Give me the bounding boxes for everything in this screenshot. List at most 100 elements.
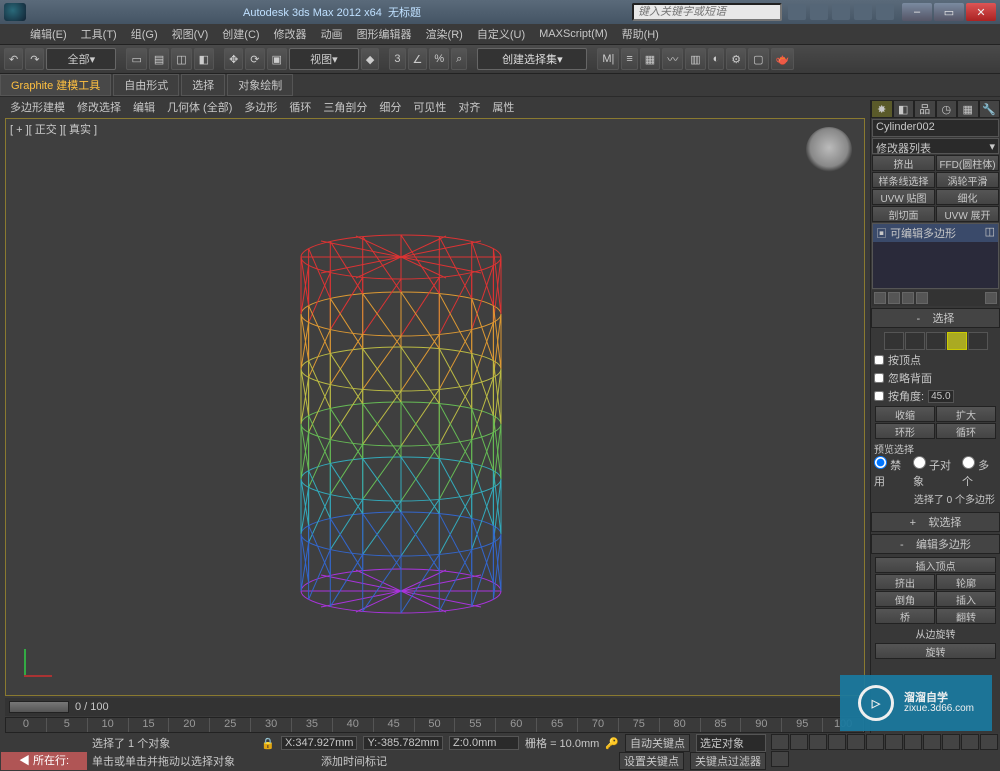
object-name-field[interactable]: Cylinder002 <box>872 119 999 137</box>
snap-toggle[interactable]: 3 <box>389 48 405 70</box>
align-button[interactable]: ≡ <box>621 48 637 70</box>
next-frame-icon[interactable] <box>828 734 846 750</box>
lock-icon[interactable]: 🔒 <box>261 737 275 750</box>
maximize-button[interactable]: ▭ <box>934 3 964 21</box>
material-editor-button[interactable]: ◐ <box>708 48 725 70</box>
schematic-button[interactable]: ▥ <box>685 48 705 70</box>
angle-snap[interactable]: ∠ <box>408 48 428 70</box>
modifier-stack[interactable]: ▣ 可编辑多边形◫ <box>872 223 999 289</box>
menu-customize[interactable]: 自定义(U) <box>477 26 525 42</box>
modifier-list-dropdown[interactable]: 修改器列表▾ <box>872 138 999 154</box>
trackbar[interactable]: 0 / 100 <box>5 698 865 716</box>
configure-icon[interactable] <box>985 292 997 304</box>
app-icon[interactable] <box>4 3 26 21</box>
undo-button[interactable]: ↶ <box>4 48 23 70</box>
rollout-selection[interactable]: - 选择 <box>871 308 1000 328</box>
scale-button[interactable]: ▣ <box>267 48 287 70</box>
border-icon[interactable] <box>926 332 946 350</box>
tab-create-icon[interactable]: ✸ <box>871 100 893 118</box>
ep-rotate[interactable]: 旋转 <box>875 643 996 659</box>
viewport[interactable]: [ + ][ 正交 ][ 真实 ] <box>5 118 865 696</box>
rotate-button[interactable]: ⟳ <box>245 48 264 70</box>
btn-extrude[interactable]: 挤出 <box>872 155 935 171</box>
play-icon[interactable] <box>809 734 827 750</box>
stack-editable-poly[interactable]: ▣ 可编辑多边形◫ <box>873 224 998 242</box>
ep-flip[interactable]: 翻转 <box>936 608 996 624</box>
ribbon-panel-polys[interactable]: 多边形 <box>244 99 277 115</box>
ribbon-panel-modsel[interactable]: 修改选择 <box>77 99 121 115</box>
help-search-input[interactable] <box>632 3 782 21</box>
rollout-softsel[interactable]: + 软选择 <box>871 512 1000 532</box>
viewport-label[interactable]: [ + ][ 正交 ][ 真实 ] <box>10 121 97 137</box>
coord-z[interactable]: Z:0.0mm <box>449 736 519 750</box>
goto-end-icon[interactable] <box>847 734 865 750</box>
loop-button[interactable]: 循环 <box>936 423 996 439</box>
btn-spline[interactable]: 样条线选择 <box>872 172 935 188</box>
remove-mod-icon[interactable] <box>916 292 928 304</box>
ribbon-panel-align[interactable]: 对齐 <box>458 99 480 115</box>
setkey-button[interactable]: 设置关键点 <box>619 752 684 770</box>
script-listener-tag[interactable]: ◀ 所在行: <box>1 752 87 770</box>
ribbon-panel-edit[interactable]: 编辑 <box>133 99 155 115</box>
menu-group[interactable]: 组(G) <box>131 26 158 42</box>
selection-filter[interactable]: 全部 ▾ <box>46 48 116 70</box>
spinner-snap[interactable]: ⌕ <box>451 48 467 70</box>
tab-utilities-icon[interactable]: 🔧 <box>979 100 1000 118</box>
menu-tools[interactable]: 工具(T) <box>81 26 117 42</box>
shrink-button[interactable]: 收缩 <box>875 406 935 422</box>
ep-bridge[interactable]: 桥 <box>875 608 935 624</box>
mirror-button[interactable]: M| <box>597 48 619 70</box>
pan-icon[interactable] <box>885 734 903 750</box>
autokey-button[interactable]: 自动关键点 <box>625 734 690 752</box>
menu-help[interactable]: 帮助(H) <box>622 26 659 42</box>
window-crossing-button[interactable]: ◧ <box>194 48 214 70</box>
by-vertex-check[interactable]: 按顶点 <box>874 352 997 368</box>
ring-button[interactable]: 环形 <box>875 423 935 439</box>
curve-editor-button[interactable]: 〰 <box>662 48 683 70</box>
edge-icon[interactable] <box>905 332 925 350</box>
close-button[interactable]: ✕ <box>966 3 996 21</box>
ribbon-tab-selection[interactable]: 选择 <box>181 74 225 96</box>
ref-coord-dropdown[interactable]: 视图 ▾ <box>289 48 359 70</box>
select-region-button[interactable]: ◫ <box>171 48 191 70</box>
menu-edit[interactable]: 编辑(E) <box>30 26 67 42</box>
pin-icon[interactable] <box>874 292 886 304</box>
render-button[interactable]: 🫖 <box>771 48 795 70</box>
menu-modifiers[interactable]: 修改器 <box>274 26 307 42</box>
pivot-button[interactable]: ◆ <box>361 48 379 70</box>
ep-bevel[interactable]: 倒角 <box>875 591 935 607</box>
ribbon-panel-geom[interactable]: 几何体 (全部) <box>167 99 232 115</box>
element-icon[interactable] <box>968 332 988 350</box>
keyfilter-button[interactable]: 关键点过滤器 <box>690 752 766 770</box>
coord-y[interactable]: Y:-385.782mm <box>363 736 443 750</box>
ribbon-tab-freeform[interactable]: 自由形式 <box>113 74 179 96</box>
by-angle-check[interactable] <box>874 391 884 401</box>
menu-rendering[interactable]: 渲染(R) <box>426 26 463 42</box>
percent-snap[interactable]: % <box>429 48 449 70</box>
render-setup-button[interactable]: ⚙ <box>726 48 746 70</box>
render-frame-button[interactable]: ▢ <box>748 48 768 70</box>
coord-x[interactable]: X:347.927mm <box>281 736 358 750</box>
ribbon-panel-vis[interactable]: 可见性 <box>413 99 446 115</box>
menu-grapheditors[interactable]: 图形编辑器 <box>357 26 412 42</box>
tab-display-icon[interactable]: ▦ <box>957 100 979 118</box>
btn-turbo[interactable]: 涡轮平滑 <box>936 172 999 188</box>
maximize-vp-icon[interactable] <box>771 751 789 767</box>
add-time-tag[interactable]: 添加时间标记 <box>321 753 387 769</box>
tab-motion-icon[interactable]: ◷ <box>936 100 958 118</box>
ribbon-panel-loop[interactable]: 循环 <box>289 99 311 115</box>
infocenter-icons[interactable] <box>788 4 894 20</box>
btn-tess[interactable]: 细化 <box>936 189 999 205</box>
timeline-ruler[interactable]: 0510152025303540455055606570758085909510… <box>5 717 865 733</box>
redo-button[interactable]: ↷ <box>25 48 44 70</box>
polygon-icon[interactable] <box>947 332 967 350</box>
key-icon[interactable]: 🔑 <box>605 737 619 750</box>
named-selection-set[interactable]: 创建选择集 ▾ <box>477 48 587 70</box>
fov-icon[interactable] <box>980 734 998 750</box>
vertex-icon[interactable] <box>884 332 904 350</box>
time-config-icon[interactable] <box>866 734 884 750</box>
make-unique-icon[interactable] <box>902 292 914 304</box>
ribbon-tab-objectpaint[interactable]: 对象绘制 <box>227 74 293 96</box>
select-by-name-button[interactable]: ▤ <box>149 48 169 70</box>
viewcube[interactable] <box>806 127 852 173</box>
